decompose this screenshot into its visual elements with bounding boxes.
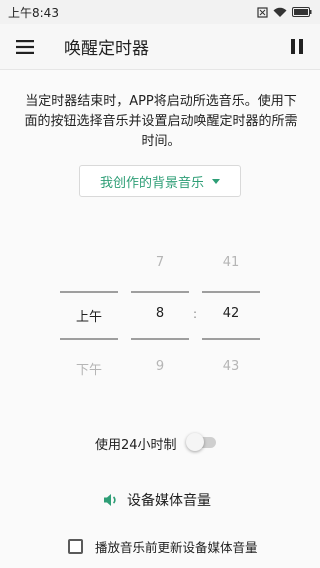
music-select-value: 我创作的背景音乐 [99, 175, 204, 191]
update-volume-checkbox-row[interactable]: 播放音乐前更新设备媒体音量 [68, 537, 258, 556]
minute-divider-bottom [202, 338, 260, 340]
status-time: 上午8:43 [8, 5, 59, 20]
minute-prev: 41 [222, 255, 240, 270]
page-title: 唤醒定时器 [64, 39, 149, 59]
update-volume-checkbox[interactable] [68, 539, 83, 554]
toggle-24h-label: 使用24小时制 [95, 438, 177, 453]
media-volume-row[interactable]: 设备媒体音量 [103, 490, 211, 510]
music-select-dropdown[interactable]: 我创作的背景音乐 [79, 165, 241, 197]
ampm-divider-bottom [60, 338, 118, 340]
hour-next: 9 [155, 359, 165, 374]
minute-next: 43 [222, 359, 240, 374]
hamburger-menu-icon [16, 39, 34, 54]
description-text: 当定时器结束时，APP将启动所选音乐。使用下面的按钮选择音乐并设置启动唤醒定时器… [24, 94, 298, 149]
speaker-icon [104, 494, 116, 506]
battery-icon [292, 7, 312, 17]
minute-divider-top [202, 291, 260, 293]
minute-selected: 42 [222, 306, 240, 321]
toggle-24h-row: 使用24小时制 [0, 430, 320, 454]
status-bar: 上午8:43 [0, 0, 320, 24]
update-volume-label: 播放音乐前更新设备媒体音量 [95, 540, 258, 555]
hour-prev: 7 [155, 255, 165, 270]
app-bar: 唤醒定时器 [0, 24, 320, 70]
time-separator: : [193, 307, 198, 321]
ampm-picker[interactable]: 上午 下午 [60, 250, 118, 380]
ampm-selected: 上午 [75, 310, 102, 325]
ampm-next: 下午 [75, 363, 102, 378]
hour-divider-bottom [131, 338, 189, 340]
notification-icon [257, 6, 268, 18]
ampm-divider-top [60, 291, 118, 293]
pause-icon [291, 39, 303, 54]
media-volume-label: 设备媒体音量 [127, 493, 211, 509]
hour-divider-top [131, 291, 189, 293]
wifi-icon [273, 7, 287, 18]
menu-button[interactable] [0, 24, 50, 70]
hour-picker[interactable]: 7 8 9 [131, 250, 189, 380]
pause-button[interactable] [274, 24, 320, 70]
hour-selected: 8 [155, 306, 165, 321]
minute-picker[interactable]: 41 42 43 [202, 250, 260, 380]
dropdown-caret-icon [212, 178, 220, 184]
toggle-24h-thumb[interactable] [186, 433, 204, 451]
status-icons [257, 6, 312, 18]
